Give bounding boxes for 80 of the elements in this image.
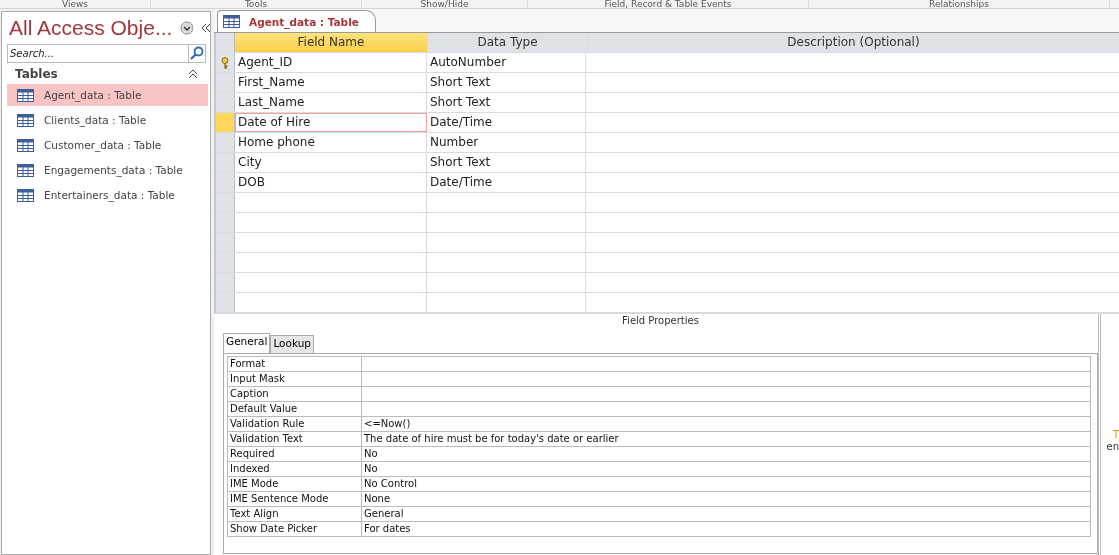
ribbon-group-label: Relationships — [809, 0, 1110, 8]
property-name: IME Mode — [228, 477, 362, 491]
table-cell[interactable]: Short Text — [427, 93, 586, 112]
property-name: Format — [228, 357, 362, 371]
table-cell[interactable]: Date/Time — [427, 113, 586, 132]
section-title: Field Properties — [621, 314, 700, 328]
property-value[interactable]: No — [362, 462, 1090, 476]
property-name: IME Sentence Mode — [228, 492, 362, 506]
table-icon — [17, 188, 34, 202]
nav-item[interactable]: Customer_data : Table — [7, 134, 208, 156]
property-value[interactable]: <=Now() — [362, 417, 1090, 431]
table-cell[interactable]: DOB — [235, 173, 427, 192]
table-cell[interactable]: Home phone — [235, 133, 427, 152]
row-selector[interactable] — [216, 153, 235, 172]
property-value[interactable]: The date of hire must be for today's date or earlier — [362, 432, 1090, 446]
table-cell[interactable]: Date of Hire — [235, 113, 427, 132]
property-value[interactable]: No — [362, 447, 1090, 461]
property-name: Required — [228, 447, 362, 461]
column-header: Data Type — [428, 33, 588, 52]
key-icon — [221, 56, 229, 69]
ribbon-group-label: Field, Record & Table Events — [528, 0, 809, 8]
row-selector[interactable] — [216, 73, 235, 92]
property-name: Indexed — [228, 462, 362, 476]
row-selector[interactable] — [216, 253, 235, 272]
row-selector[interactable] — [216, 293, 235, 312]
property-name: Caption — [228, 387, 362, 401]
property-tab[interactable]: Lookup — [270, 335, 314, 353]
table-icon — [17, 163, 34, 177]
property-tab[interactable]: General — [223, 333, 271, 353]
column-header: Description (Optional) — [786, 34, 921, 51]
row-selector[interactable] — [216, 113, 235, 132]
row-selector[interactable] — [216, 193, 235, 212]
table-cell[interactable]: Short Text — [427, 153, 586, 172]
table-icon — [17, 138, 34, 152]
row-selector[interactable] — [216, 213, 235, 232]
property-value[interactable]: No Control — [362, 477, 1090, 491]
property-value[interactable]: None — [362, 492, 1090, 506]
row-selector[interactable] — [216, 273, 235, 292]
row-selector[interactable] — [216, 233, 235, 252]
property-name: Show Date Picker — [228, 522, 362, 536]
search-field[interactable]: Search... — [7, 44, 189, 63]
property-value[interactable]: General — [362, 507, 1090, 521]
property-name: Default Value — [228, 402, 362, 416]
table-icon — [17, 113, 34, 127]
table-icon — [223, 15, 240, 28]
row-selector[interactable] — [216, 173, 235, 192]
column-header: Field Name — [235, 33, 428, 52]
nav-pane-title[interactable]: All Access Obje... — [9, 16, 173, 40]
ribbon-group-label: Tools — [151, 0, 362, 8]
nav-item[interactable]: Engagements_data : Table — [7, 159, 208, 181]
property-name: Text Align — [228, 507, 362, 521]
nav-item[interactable]: Agent_data : Table — [7, 84, 208, 106]
help-text: en — [1106, 441, 1119, 452]
ribbon-group-label: Show/Hide — [362, 0, 528, 8]
property-name: Input Mask — [228, 372, 362, 386]
ribbon-group-label: Views — [0, 0, 151, 8]
nav-item[interactable]: Entertainers_data : Table — [7, 184, 208, 206]
dropdown-icon[interactable] — [180, 21, 193, 35]
chevron-up-icon[interactable] — [188, 69, 198, 79]
nav-item[interactable]: Clients_data : Table — [7, 109, 208, 131]
table-cell[interactable]: Number — [427, 133, 586, 152]
table-cell[interactable]: Agent_ID — [235, 53, 427, 72]
property-name: Validation Text — [228, 432, 362, 446]
search-icon[interactable] — [189, 44, 206, 63]
table-cell[interactable]: AutoNumber — [427, 53, 586, 72]
collapse-icon[interactable] — [201, 23, 210, 33]
property-name: Validation Rule — [228, 417, 362, 431]
row-selector[interactable] — [216, 53, 235, 72]
row-selector[interactable] — [216, 93, 235, 112]
table-cell[interactable]: Date/Time — [427, 173, 586, 192]
document-tab[interactable]: Agent_data : Table — [217, 10, 376, 32]
property-value[interactable]: For dates — [362, 522, 1090, 536]
table-cell[interactable]: City — [235, 153, 427, 172]
table-icon — [17, 88, 34, 102]
table-cell[interactable]: First_Name — [235, 73, 427, 92]
group-header[interactable]: Tables — [15, 67, 58, 81]
table-cell[interactable]: Last_Name — [235, 93, 427, 112]
row-selector[interactable] — [216, 133, 235, 152]
help-text: T — [1112, 429, 1119, 440]
table-cell[interactable]: Short Text — [427, 73, 586, 92]
